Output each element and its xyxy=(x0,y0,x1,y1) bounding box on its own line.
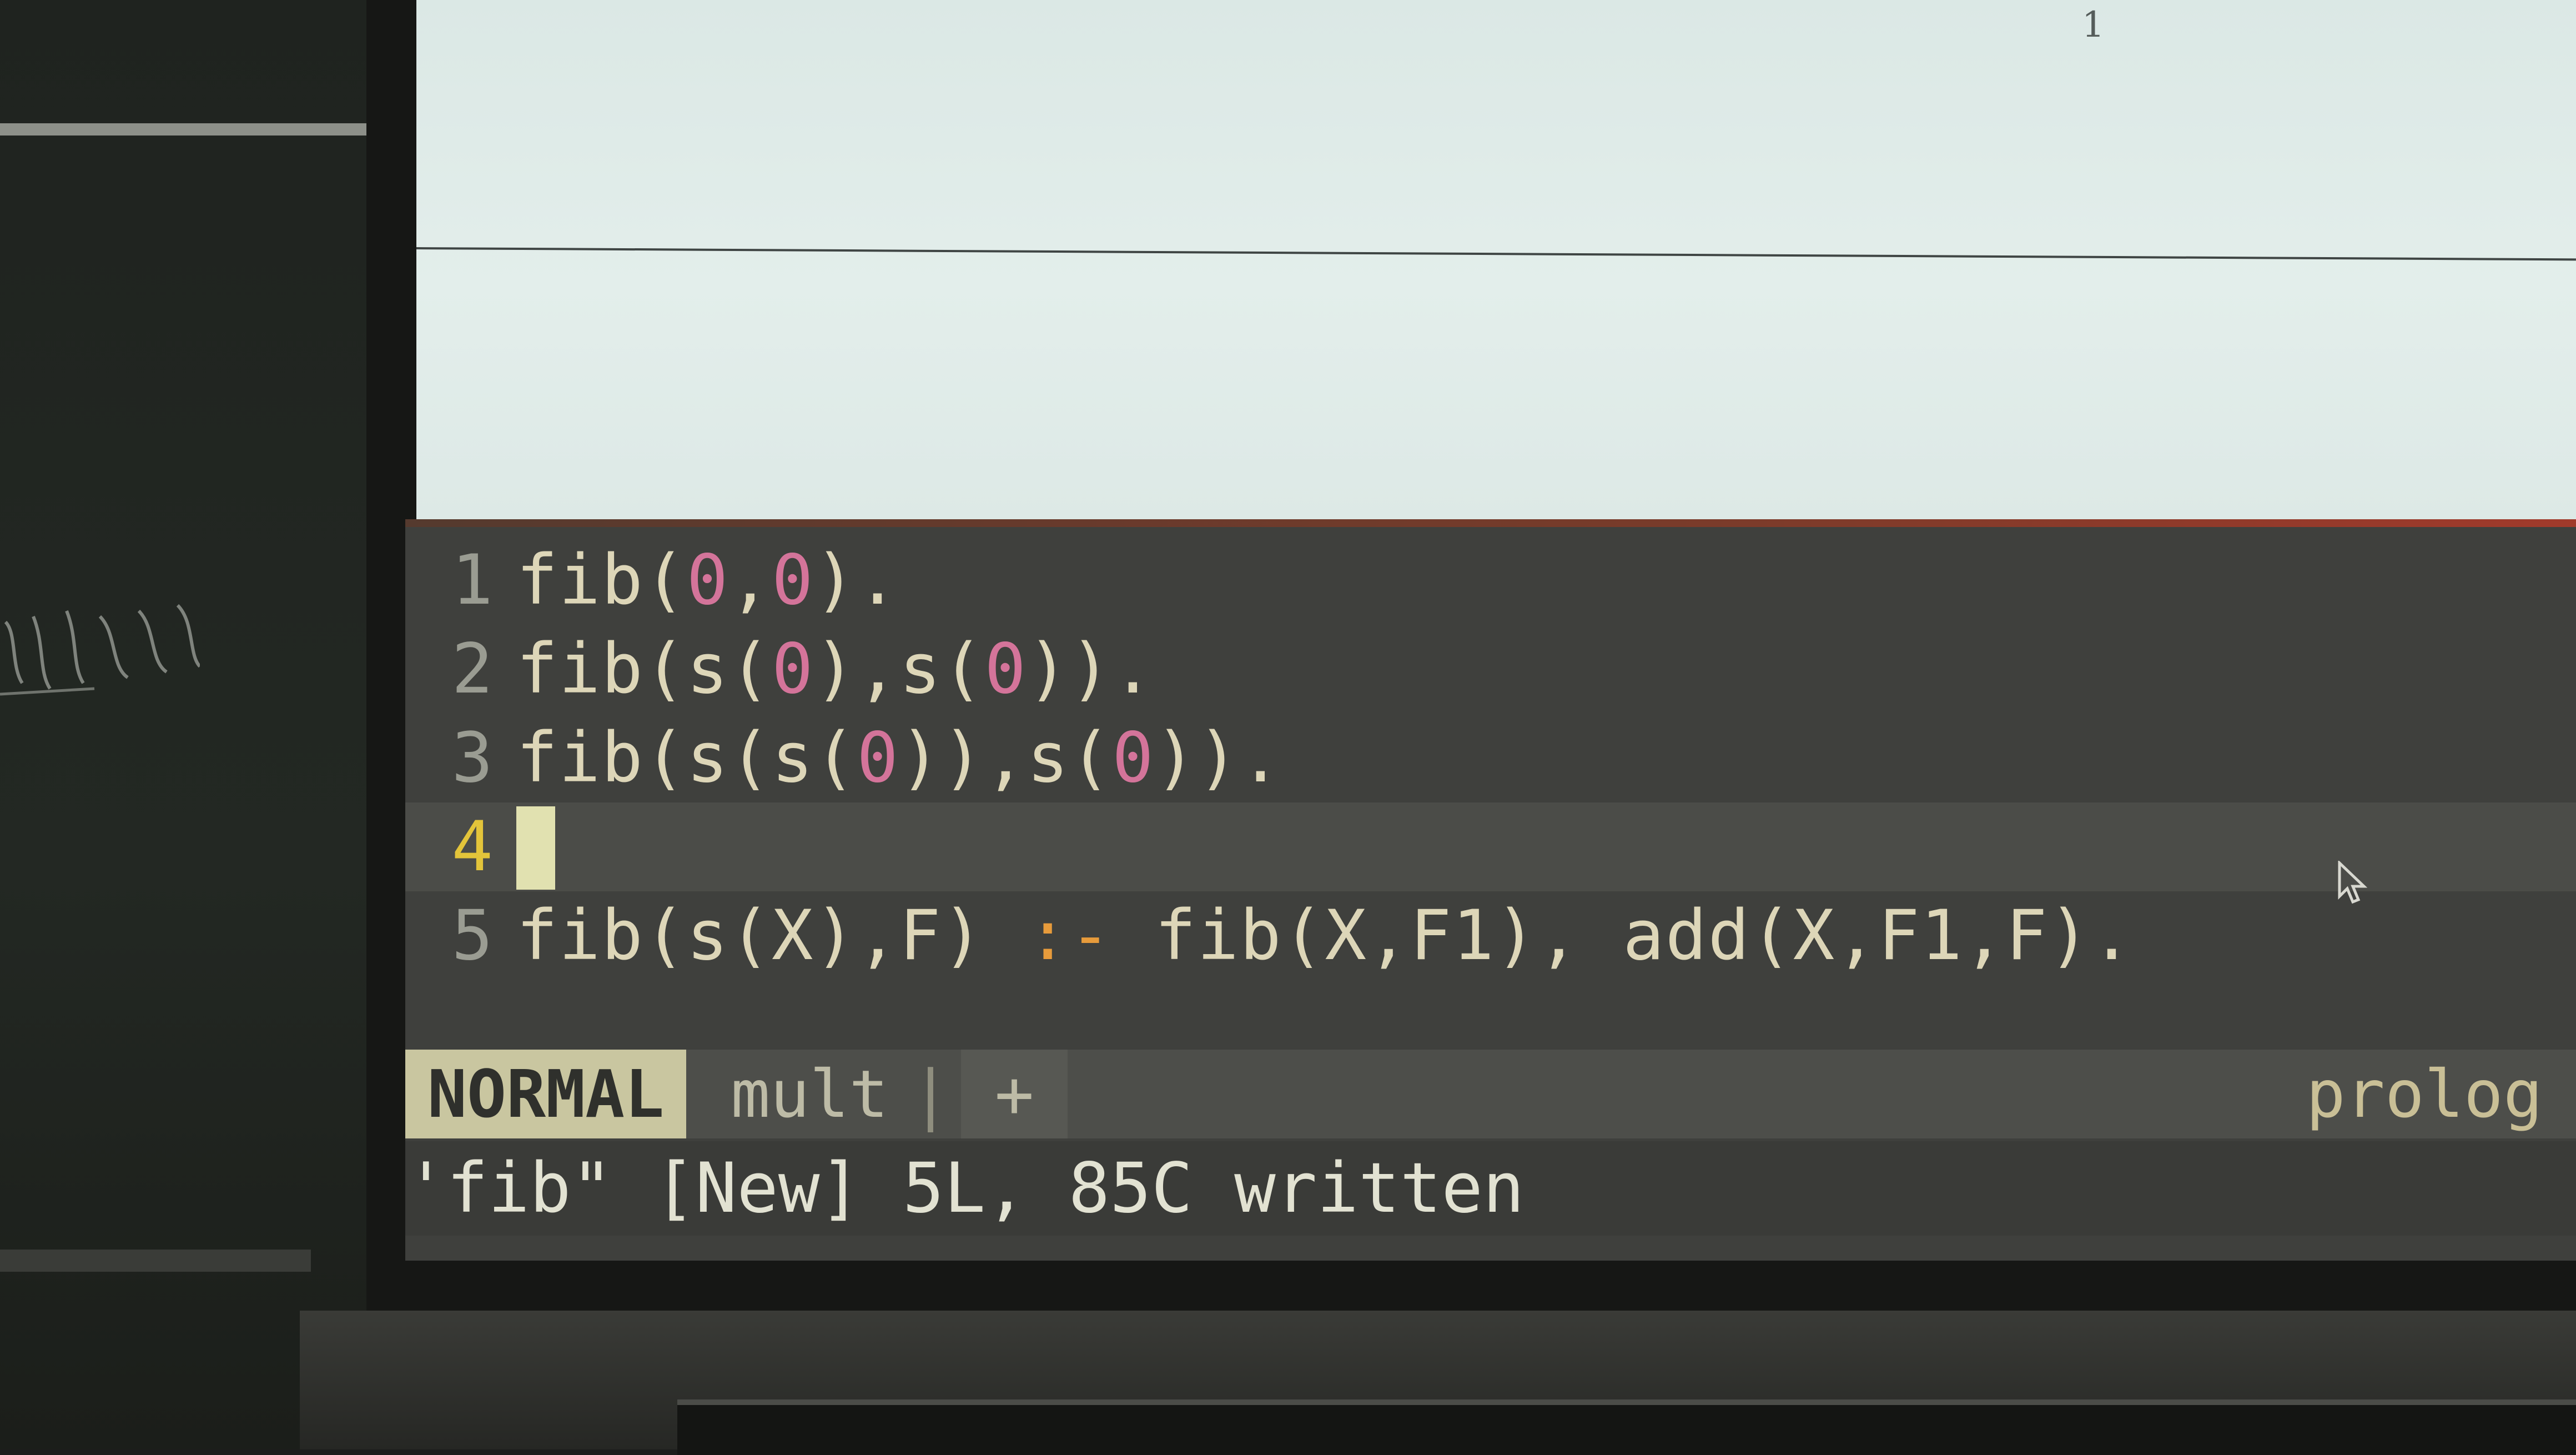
number-literal: 0 xyxy=(771,540,814,620)
command-message: 'fib" [New] 5L, 85C written xyxy=(405,1148,1525,1228)
line-number: 3 xyxy=(451,718,494,798)
chalkboard-rail xyxy=(0,123,378,136)
window-border xyxy=(405,519,2576,527)
line-number: 2 xyxy=(451,629,494,709)
code-line[interactable]: 3 fib(s(s(0)),s(0)). xyxy=(405,714,2576,802)
code-line[interactable]: 2 fib(s(0),s(0)). xyxy=(405,625,2576,714)
number-literal: 0 xyxy=(857,718,899,798)
code-token: ),s( xyxy=(814,629,985,709)
text-cursor xyxy=(516,806,555,890)
line-text xyxy=(516,804,555,890)
chalkboard xyxy=(0,0,422,1449)
status-separator: | xyxy=(910,1056,950,1132)
line-text: fib(0,0). xyxy=(516,540,899,620)
code-token: )),s( xyxy=(899,718,1113,798)
code-token: )). xyxy=(1027,629,1155,709)
code-line[interactable]: 4 xyxy=(405,802,2576,891)
code-token: ). xyxy=(814,540,899,620)
modified-flag: + xyxy=(961,1050,1068,1138)
code-line[interactable]: 5 fib(s(X),F) :- fib(X,F1), add(X,F1,F). xyxy=(405,891,2576,980)
line-number: 4 xyxy=(451,807,494,887)
buffer-name: mult xyxy=(731,1056,889,1132)
status-line: NORMAL mult | + prolog xyxy=(405,1050,2576,1138)
code-token: , xyxy=(729,540,772,620)
line-text: fib(s(0),s(0)). xyxy=(516,629,1155,709)
number-literal: 0 xyxy=(686,540,729,620)
number-literal: 0 xyxy=(1112,718,1155,798)
code-token: fib( xyxy=(516,540,687,620)
number-literal: 0 xyxy=(771,629,814,709)
code-line[interactable]: 1 fib(0,0). xyxy=(405,536,2576,625)
chalkboard-ledge xyxy=(0,1250,311,1272)
desk-edge xyxy=(677,1399,2576,1455)
line-text: fib(s(X),F) :- fib(X,F1), add(X,F1,F). xyxy=(516,896,2134,976)
line-text: fib(s(s(0)),s(0)). xyxy=(516,718,1282,798)
code-token: fib(s(s( xyxy=(516,718,857,798)
code-token: fib(s( xyxy=(516,629,772,709)
vim-editor[interactable]: 1 fib(0,0). 2 fib(s(0),s(0)). 3 fib(s(s(0)),s… xyxy=(405,519,2576,1261)
operator-token: :- xyxy=(1027,896,1113,976)
line-number: 1 xyxy=(451,540,494,620)
command-line[interactable]: 'fib" [New] 5L, 85C written xyxy=(405,1141,2576,1236)
line-number: 5 xyxy=(451,896,494,976)
chalk-scribble xyxy=(0,604,200,696)
mouse-pointer-icon xyxy=(2338,861,2368,904)
code-token: fib(s(X),F) xyxy=(516,896,1027,976)
filetype-indicator: prolog xyxy=(2306,1056,2543,1132)
number-literal: 0 xyxy=(984,629,1027,709)
mode-indicator: NORMAL xyxy=(405,1050,687,1138)
code-area[interactable]: 1 fib(0,0). 2 fib(s(0),s(0)). 3 fib(s(s(0)),s… xyxy=(405,536,2576,980)
code-token: )). xyxy=(1154,718,1282,798)
projected-screen: 1 1 fib(0,0). 2 fib(s(0),s(0)). 3 fib(s(s(0))… xyxy=(366,0,2576,1311)
page-number: 1 xyxy=(2082,4,2105,46)
document-page: 1 xyxy=(416,0,2576,519)
code-token: fib(X,F1), add(X,F1,F). xyxy=(1112,896,2134,976)
horizontal-rule xyxy=(416,247,2576,261)
